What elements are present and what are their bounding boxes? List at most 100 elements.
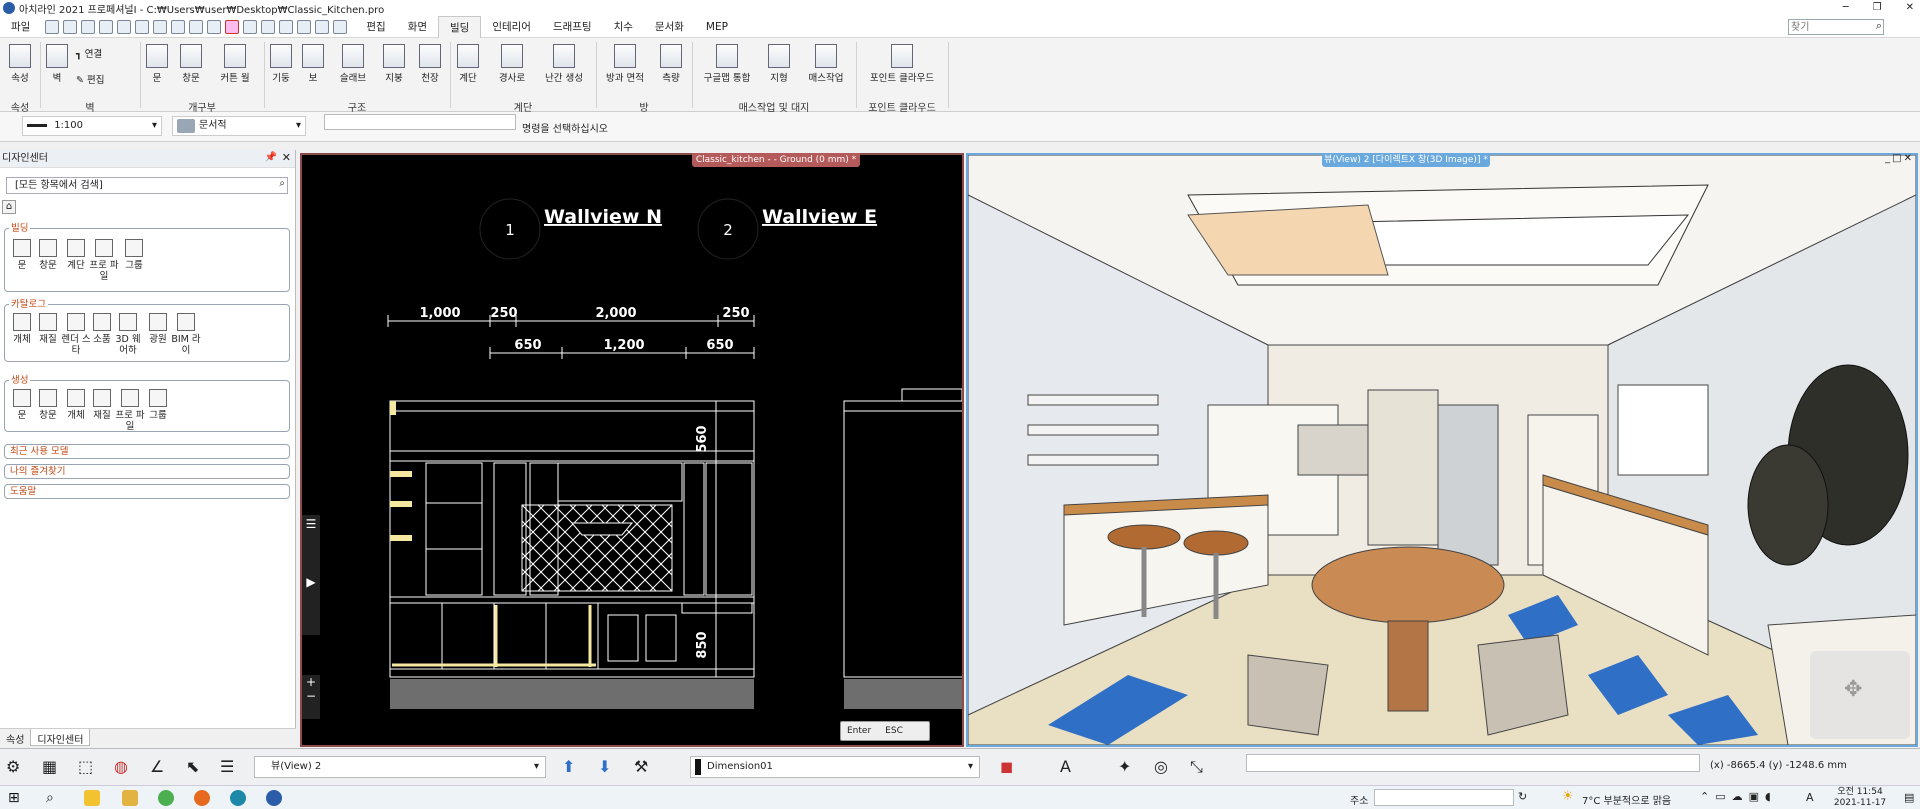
file-explorer-icon[interactable] [122,790,138,806]
minimize-icon[interactable]: ─ [1843,0,1849,16]
brush-icon[interactable] [189,19,204,34]
snap-icon[interactable] [297,19,312,34]
wall-button[interactable]: 벽 [44,44,70,84]
tab-interior[interactable]: 인테리어 [481,16,542,38]
view-2d-title[interactable]: Classic_kitchen - - Ground (0 mm) * [692,153,860,167]
settings-icon[interactable]: ⚙ [6,757,20,776]
slab-button[interactable]: 슬래브 [336,44,370,84]
tab-design-center[interactable]: 디자인센터 [30,729,91,746]
stair-button[interactable]: 계단 [454,44,482,84]
door-button[interactable]: 문 [146,44,168,84]
enter-hint[interactable]: Enter [847,726,871,736]
properties-button[interactable]: 속성 [6,44,34,84]
angle-icon[interactable]: ∠ [150,757,164,776]
search-icon[interactable]: ⌕ [279,178,285,189]
window-tool-button[interactable]: 창문 [176,44,206,84]
move-icon[interactable]: ✥ [1844,677,1862,702]
dc-create-window[interactable]: 창문 [33,389,63,421]
tab-properties[interactable]: 속성 [0,729,30,746]
close-icon[interactable]: ✕ [282,151,291,164]
arrow-up-icon[interactable]: ⬆ [562,757,575,776]
clock[interactable]: 오전 11:54 2021-11-17 [1820,787,1900,809]
print-icon[interactable] [81,19,96,34]
cut-icon[interactable] [135,19,150,34]
dc-item-light[interactable]: 광원 [143,313,173,345]
section-help[interactable]: 도움말 [4,484,290,499]
view-3d-title[interactable]: 뷰(View) 2 [다이렉트X 창(3D Image)] * [1322,153,1490,167]
eraser-icon[interactable]: ◼ [1000,757,1013,776]
pin-icon[interactable] [333,19,348,34]
dc-create-group[interactable]: 그룹 [143,389,173,421]
play-icon[interactable]: ▶ [302,575,320,589]
text-style-icon[interactable]: A [1060,757,1071,776]
view-2d[interactable]: 1 2 Wallview N Wallview E 1,000 250 2,00… [300,153,965,747]
roof-button[interactable]: 지붕 [380,44,408,84]
point-cloud-button[interactable]: 포인트 클라우드 [860,44,944,84]
railing-button[interactable]: 난간 생성 [540,44,588,84]
terrain-button[interactable]: 지형 [764,44,794,84]
tab-view[interactable]: 화면 [397,16,438,38]
close-icon[interactable]: ✕ [1906,0,1914,16]
edit-button[interactable]: ✎ 편집 [76,72,136,86]
notification-icon[interactable]: ▤ [1904,791,1914,804]
dc-item-3d-warehouse[interactable]: 3D 웨어하 [113,313,143,356]
chrome-icon[interactable] [158,790,174,806]
tab-building[interactable]: 빌딩 [437,15,482,38]
delete-icon[interactable] [225,19,240,34]
redo-icon[interactable] [117,19,132,34]
offset-icon[interactable] [261,19,276,34]
tab-file[interactable]: 파일 [0,16,41,38]
ramp-button[interactable]: 경사로 [494,44,530,84]
archline-icon[interactable] [266,790,282,806]
zoom-in-icon[interactable]: + [302,675,320,689]
layer-select[interactable]: 문서적 ▾ [172,116,306,136]
address-input[interactable] [1374,789,1514,806]
pin-icon[interactable]: 📌 [265,152,277,163]
arrow-down-icon[interactable]: ⬇ [598,757,611,776]
restore-icon[interactable]: ❐ [1873,0,1882,16]
close-icon[interactable]: ✕ [1904,153,1914,164]
restore-icon[interactable]: □ [1892,153,1903,164]
tab-drafting[interactable]: 드래프팅 [542,16,603,38]
dc-create-profile[interactable]: 프로 파일 [115,389,145,432]
section-favorites[interactable]: 나의 즐겨찾기 [4,464,290,479]
ceiling-button[interactable]: 천장 [416,44,444,84]
dc-create-material[interactable]: 재질 [87,389,117,421]
open-icon[interactable] [45,19,60,34]
mass-button[interactable]: 매스작업 [802,44,850,84]
more-icon[interactable] [315,19,330,34]
tool-icon[interactable]: ⚒ [634,757,648,776]
beam-button[interactable]: 보 [300,44,326,84]
search-icon[interactable]: ⌕ [46,790,62,806]
frame-icon[interactable]: ⬚ [78,757,93,776]
tab-dimension[interactable]: 치수 [603,16,644,38]
room-area-button[interactable]: 방과 면적 [600,44,650,84]
dc-item-group[interactable]: 그룹 [119,239,149,271]
section-recent-models[interactable]: 최근 사용 모델 [4,444,290,459]
refresh-icon[interactable]: ↻ [1518,790,1527,803]
line-tool-icon[interactable] [243,19,258,34]
tab-documentation[interactable]: 문서화 [644,16,695,38]
dc-item-profile[interactable]: 프로 파일 [89,239,119,282]
windows-start-icon[interactable]: ⊞ [8,790,24,806]
design-center-search[interactable]: [모든 항목에서 검색] [6,177,288,194]
edge-icon[interactable] [230,790,246,806]
tab-edit[interactable]: 편집 [355,16,396,38]
navigation-cube[interactable]: ✥ [1810,651,1910,739]
list-icon[interactable]: ☰ [220,757,234,776]
tray-icons[interactable]: ⌃▭☁▣◖ [1700,790,1777,803]
dimension-tool-icon[interactable] [279,19,294,34]
zoom-out-icon[interactable]: − [302,689,320,703]
survey-button[interactable]: 측량 [656,44,686,84]
google-map-button[interactable]: 구글맵 통합 [696,44,758,84]
dc-item-window[interactable]: 창문 [33,239,63,271]
coordinate-input[interactable] [1246,754,1700,772]
undo-icon[interactable] [99,19,114,34]
save-icon[interactable] [63,19,78,34]
wallview-n-label[interactable]: Wallview N [544,206,662,228]
search-input[interactable] [1788,19,1884,35]
command-input[interactable] [324,114,516,130]
curtain-wall-button[interactable]: 커튼 월 [214,44,256,84]
ime-indicator[interactable]: A [1806,791,1814,804]
view-select[interactable]: 뷰(View) 2 ▾ [254,756,546,778]
